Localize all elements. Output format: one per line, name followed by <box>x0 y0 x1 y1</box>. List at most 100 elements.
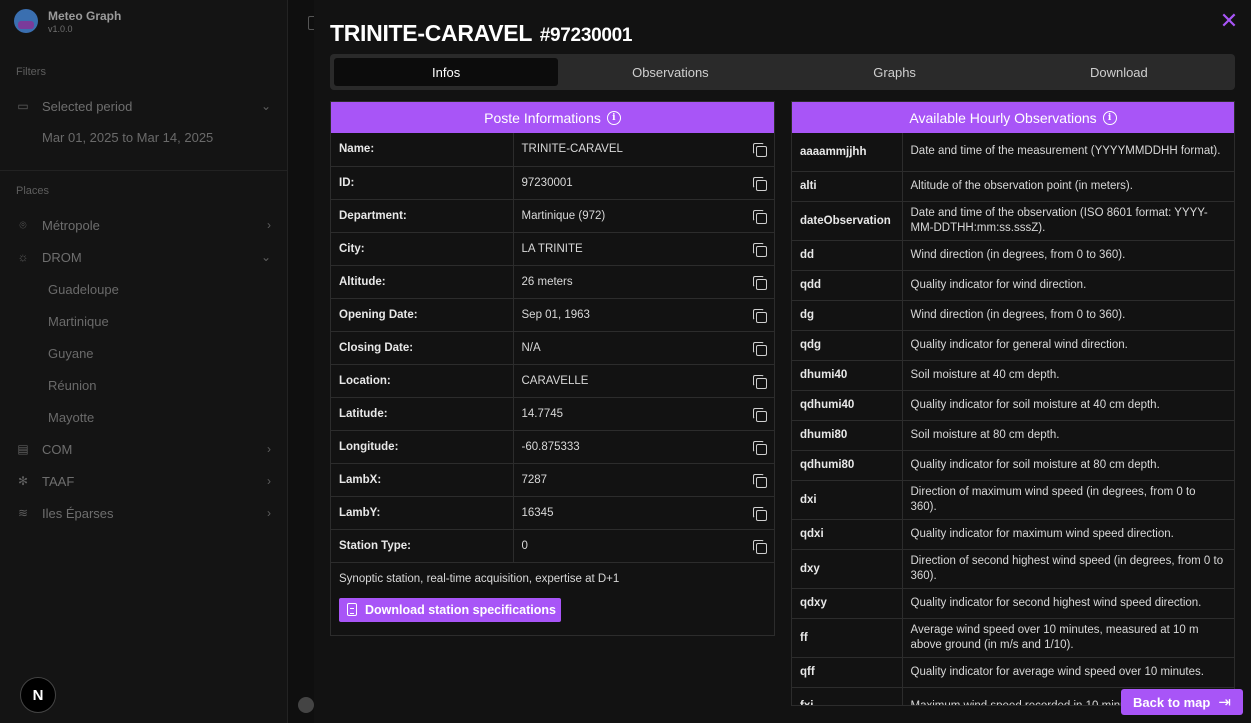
info-icon[interactable]: i <box>1102 110 1117 125</box>
back-to-map-button[interactable]: Back to map ⇥ <box>1121 689 1243 715</box>
place-drom[interactable]: ☼ DROM ⌄ <box>0 241 287 273</box>
copy-icon[interactable] <box>753 473 767 488</box>
obs-description: Date and time of the observation (ISO 86… <box>902 201 1234 241</box>
drom-item-guyane[interactable]: Guyane <box>0 337 287 369</box>
selected-period-toggle[interactable]: ▭ Selected period ⌄ <box>0 90 287 122</box>
drom-item-martinique[interactable]: Martinique <box>0 305 287 337</box>
table-row: dxi Direction of maximum wind speed (in d… <box>792 480 1234 520</box>
copy-icon[interactable] <box>753 374 767 389</box>
drom-item-guadeloupe[interactable]: Guadeloupe <box>0 273 287 305</box>
table-row: Longitude: -60.875333 <box>331 430 774 464</box>
tab-download[interactable]: Download <box>1007 58 1231 86</box>
obs-description: Quality indicator for soil moisture at 4… <box>902 390 1234 421</box>
back-to-map-label: Back to map <box>1133 694 1211 710</box>
info-key: Altitude: <box>331 265 514 299</box>
filters-label: Filters <box>16 66 46 78</box>
obs-key: qdhumi40 <box>792 390 903 421</box>
table-row: ff Average wind speed over 10 minutes, me… <box>792 618 1234 658</box>
obs-description: Average wind speed over 10 minutes, meas… <box>902 618 1234 658</box>
info-key: Opening Date: <box>331 298 514 332</box>
chevron-down-icon: ⌄ <box>260 99 271 113</box>
place-label: DROM <box>42 249 82 265</box>
copy-icon[interactable] <box>753 308 767 323</box>
chevron-right-icon: › <box>267 442 271 456</box>
table-row: dd Wind direction (in degrees, from 0 to … <box>792 240 1234 271</box>
close-button[interactable]: ✕ <box>1219 10 1239 32</box>
obs-key: dg <box>792 300 903 331</box>
copy-icon[interactable] <box>753 242 767 257</box>
info-key: LambX: <box>331 463 514 497</box>
obs-description: Quality indicator for soil moisture at 8… <box>902 450 1234 481</box>
page-title: TRINITE-CARAVEL #97230001 <box>330 20 632 47</box>
obs-key: qff <box>792 657 903 688</box>
table-row: ID: 97230001 <box>331 166 774 200</box>
info-value: 0 <box>513 529 774 563</box>
copy-icon[interactable] <box>753 209 767 224</box>
info-value-text: 26 meters <box>521 275 573 288</box>
info-value-text: LA TRINITE <box>521 242 583 255</box>
info-key: LambY: <box>331 496 514 530</box>
table-row: dg Wind direction (in degrees, from 0 to … <box>792 300 1234 331</box>
obs-key: dateObservation <box>792 201 903 241</box>
tab-graphs[interactable]: Graphs <box>783 58 1007 86</box>
sun-icon: ☼ <box>17 250 29 264</box>
table-row: Department: Martinique (972) <box>331 199 774 233</box>
info-icon[interactable]: i <box>606 110 621 125</box>
info-value-text: 14.7745 <box>521 407 564 420</box>
table-row: LambY: 16345 <box>331 496 774 530</box>
tab-observations[interactable]: Observations <box>558 58 782 86</box>
places-label: Places <box>16 185 50 197</box>
info-key: ID: <box>331 166 514 200</box>
panel-header: Available Hourly Observations i <box>792 102 1234 133</box>
table-row: Name: TRINITE-CARAVEL <box>331 133 774 167</box>
period-value[interactable]: Mar 01, 2025 to Mar 14, 2025 <box>0 122 287 152</box>
table-row: Closing Date: N/A <box>331 331 774 365</box>
info-value-text: TRINITE-CARAVEL <box>521 143 623 156</box>
place-taaf[interactable]: ✻ TAAF › <box>0 465 287 497</box>
copy-icon[interactable] <box>753 275 767 290</box>
obs-description: Date and time of the measurement (YYYYMM… <box>902 133 1234 172</box>
chevron-right-icon: › <box>267 218 271 232</box>
copy-icon[interactable] <box>753 407 767 422</box>
info-value: -60.875333 <box>513 430 774 464</box>
copy-icon[interactable] <box>753 176 767 191</box>
hourly-observations-panel[interactable]: Available Hourly Observations i aaaammjj… <box>791 101 1235 706</box>
info-value-text: 16345 <box>521 506 554 519</box>
next-dev-badge[interactable]: N <box>20 677 56 713</box>
place-metropole[interactable]: ⌾ Métropole › <box>0 209 287 241</box>
obs-key: qdg <box>792 330 903 361</box>
obs-key: dxi <box>792 480 903 520</box>
table-row: Latitude: 14.7745 <box>331 397 774 431</box>
obs-description: Quality indicator for wind direction. <box>902 270 1234 301</box>
drom-item-mayotte[interactable]: Mayotte <box>0 401 287 433</box>
obs-description: Wind direction (in degrees, from 0 to 36… <box>902 300 1234 331</box>
copy-icon[interactable] <box>753 143 767 157</box>
tab-infos[interactable]: Infos <box>334 58 559 86</box>
info-key: Closing Date: <box>331 331 514 365</box>
place-label: Iles Éparses <box>42 505 114 521</box>
station-modal: ✕ TRINITE-CARAVEL #97230001 Infos Observ… <box>314 0 1251 723</box>
copy-icon[interactable] <box>753 506 767 521</box>
copy-icon[interactable] <box>753 341 767 356</box>
download-specs-button[interactable]: Download station specifications <box>339 597 561 622</box>
info-value-text: Martinique (972) <box>521 209 606 222</box>
drom-item-reunion[interactable]: Réunion <box>0 369 287 401</box>
tab-bar: Infos Observations Graphs Download <box>330 54 1235 90</box>
info-key: Latitude: <box>331 397 514 431</box>
place-com[interactable]: ▤ COM › <box>0 433 287 465</box>
copy-icon[interactable] <box>753 539 767 554</box>
map-pin-icon: ⌾ <box>19 217 27 232</box>
table-row: City: LA TRINITE <box>331 232 774 266</box>
copy-icon[interactable] <box>753 440 767 455</box>
obs-description: Direction of maximum wind speed (in degr… <box>902 480 1234 520</box>
info-value: 7287 <box>513 463 774 497</box>
info-key: Location: <box>331 364 514 398</box>
obs-description: Wind direction (in degrees, from 0 to 36… <box>902 240 1234 271</box>
obs-description: Quality indicator for average wind speed… <box>902 657 1234 688</box>
place-iles-eparses[interactable]: ≋ Iles Éparses › <box>0 497 287 529</box>
info-value-text: 7287 <box>521 473 548 486</box>
map-control-icon[interactable] <box>298 697 314 713</box>
table-row: Altitude: 26 meters <box>331 265 774 299</box>
brand[interactable]: Meteo Graph v1.0.0 <box>0 0 287 42</box>
obs-key: alti <box>792 171 903 202</box>
